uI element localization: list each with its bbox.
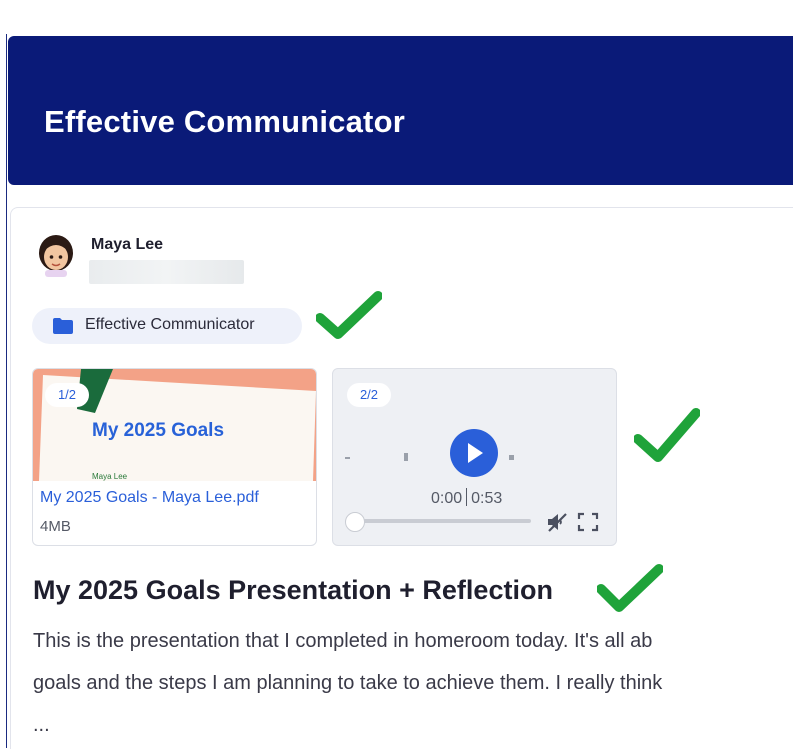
play-icon [468, 443, 483, 463]
waveform-dot [345, 457, 350, 459]
checkmark-icon [316, 291, 382, 339]
page-counter-badge: 2/2 [347, 383, 391, 407]
file-size: 4MB [40, 518, 71, 535]
page-counter-badge: 1/2 [45, 383, 89, 407]
author-subtitle-redacted [89, 260, 244, 284]
fullscreen-icon[interactable] [577, 512, 599, 532]
thumbnail-title: My 2025 Goals [92, 420, 225, 441]
post-body: This is the presentation that I complete… [33, 620, 793, 746]
audio-attachment-card[interactable]: 2/2 0:00 0:53 [332, 368, 617, 546]
page-header: Effective Communicator [8, 36, 793, 185]
play-button[interactable] [450, 429, 498, 477]
mute-icon[interactable] [546, 512, 568, 532]
page-title: Effective Communicator [44, 104, 405, 139]
avatar[interactable] [36, 233, 76, 277]
file-name-link[interactable]: My 2025 Goals - Maya Lee.pdf [40, 489, 259, 507]
checkmark-icon [634, 408, 700, 462]
duration: 0:53 [471, 490, 503, 507]
pdf-attachment-card[interactable]: My 2025 Goals Maya Lee 1/2 My 2025 Goals… [32, 368, 317, 546]
post-body-line: This is the presentation that I complete… [33, 630, 653, 652]
waveform-dot [404, 453, 408, 461]
author-name: Maya Lee [91, 236, 164, 253]
checkmark-icon [597, 564, 663, 612]
waveform-dot [509, 455, 514, 460]
current-time: 0:00 [431, 490, 463, 507]
folder-tag-label: Effective Communicator [85, 316, 255, 333]
thumbnail-subtitle: Maya Lee [92, 472, 128, 481]
post-title: My 2025 Goals Presentation + Reflection [33, 575, 553, 605]
post-body-line: goals and the steps I am planning to tak… [33, 672, 663, 694]
seek-handle[interactable] [345, 512, 365, 532]
seek-bar[interactable] [355, 519, 531, 523]
folder-icon [53, 318, 73, 334]
read-more-ellipsis[interactable]: ... [33, 704, 793, 746]
time-display: 0:00 0:53 [431, 488, 502, 508]
